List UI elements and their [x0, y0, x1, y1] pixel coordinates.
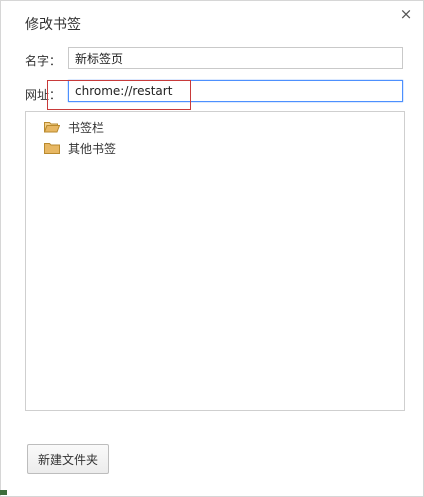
folder-icon [44, 143, 60, 154]
folder-open-icon [44, 122, 60, 133]
tree-item-label: 书签栏 [68, 120, 105, 135]
url-label: 网址： [25, 88, 62, 102]
close-icon[interactable]: × [399, 7, 413, 22]
url-input[interactable] [68, 80, 403, 102]
tree-item-label: 其他书签 [68, 141, 117, 156]
name-label: 名字： [25, 54, 62, 68]
dialog-title: 修改书签 [25, 17, 81, 33]
background-fragment [0, 490, 7, 495]
new-folder-button[interactable]: 新建文件夹 [27, 444, 109, 474]
edit-bookmark-dialog: 修改书签 × 名字： 网址： 书签栏 其他书签 新建文件夹 [0, 0, 424, 497]
tree-item-other-bookmarks[interactable]: 其他书签 [44, 139, 116, 157]
folder-tree[interactable]: 书签栏 其他书签 [25, 111, 405, 411]
name-input[interactable] [68, 47, 403, 69]
tree-item-bookmarks-bar[interactable]: 书签栏 [44, 118, 104, 136]
